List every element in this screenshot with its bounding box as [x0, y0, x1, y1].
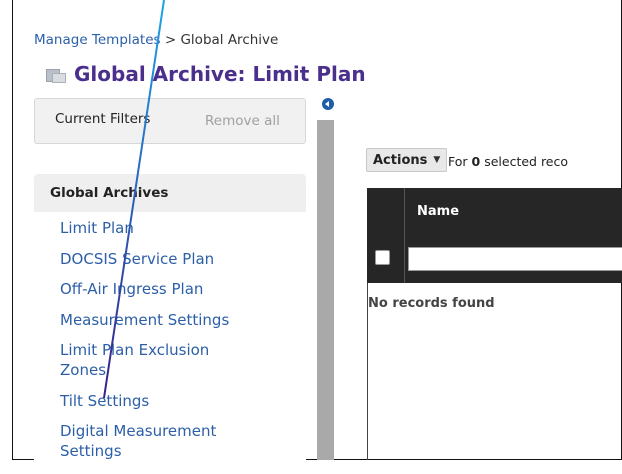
- current-filters-panel: Current Filters Remove all: [34, 98, 306, 144]
- chevron-down-icon: ▼: [433, 155, 441, 165]
- name-filter-input[interactable]: [408, 247, 622, 271]
- global-archives-header: Global Archives: [34, 174, 306, 212]
- archive-item-digital-measurement-settings[interactable]: Digital Measurement Settings: [60, 421, 260, 461]
- actions-dropdown-button[interactable]: Actions ▼: [366, 148, 448, 172]
- page-title: Global Archive: Limit Plan: [74, 62, 366, 86]
- remove-all-filters-button[interactable]: Remove all: [205, 113, 280, 129]
- collapse-sidebar-icon[interactable]: [322, 98, 334, 110]
- breadcrumb: Manage Templates > Global Archive: [34, 32, 278, 48]
- global-archives-panel: Global Archives Limit Plan DOCSIS Servic…: [34, 174, 306, 474]
- select-all-checkbox[interactable]: [375, 250, 390, 265]
- page-header: Global Archive: Limit Plan: [46, 62, 366, 86]
- selection-suffix: selected reco: [484, 154, 569, 169]
- actions-label: Actions: [373, 152, 428, 168]
- current-filters-label: Current Filters: [55, 111, 151, 127]
- archive-icon: [46, 67, 66, 83]
- grid-column-divider: [404, 188, 405, 283]
- archive-item-docsis-service-plan[interactable]: DOCSIS Service Plan: [60, 249, 260, 269]
- archive-item-tilt-settings[interactable]: Tilt Settings: [60, 391, 260, 411]
- column-header-name[interactable]: Name: [417, 204, 459, 219]
- breadcrumb-current: Global Archive: [180, 32, 279, 48]
- archive-item-limit-plan-exclusion-zones[interactable]: Limit Plan Exclusion Zones: [60, 340, 260, 380]
- selection-status: For 0 selected reco: [448, 154, 568, 169]
- actions-toolbar: Actions ▼ For 0 selected reco: [334, 146, 622, 176]
- breadcrumb-manage-templates-link[interactable]: Manage Templates: [34, 32, 161, 48]
- global-archives-title: Global Archives: [50, 185, 169, 201]
- breadcrumb-separator: >: [160, 32, 181, 48]
- global-archives-list: Limit Plan DOCSIS Service Plan Off-Air I…: [60, 218, 260, 472]
- sidebar-splitter[interactable]: [317, 120, 334, 460]
- archive-item-limit-plan[interactable]: Limit Plan: [60, 218, 260, 238]
- empty-state-message: No records found: [368, 296, 495, 311]
- selection-prefix: For: [448, 154, 468, 169]
- selected-count: 0: [471, 154, 481, 169]
- records-grid-header: Name: [367, 188, 622, 283]
- archive-item-measurement-settings[interactable]: Measurement Settings: [60, 310, 260, 330]
- archive-item-off-air-ingress-plan[interactable]: Off-Air Ingress Plan: [60, 279, 260, 299]
